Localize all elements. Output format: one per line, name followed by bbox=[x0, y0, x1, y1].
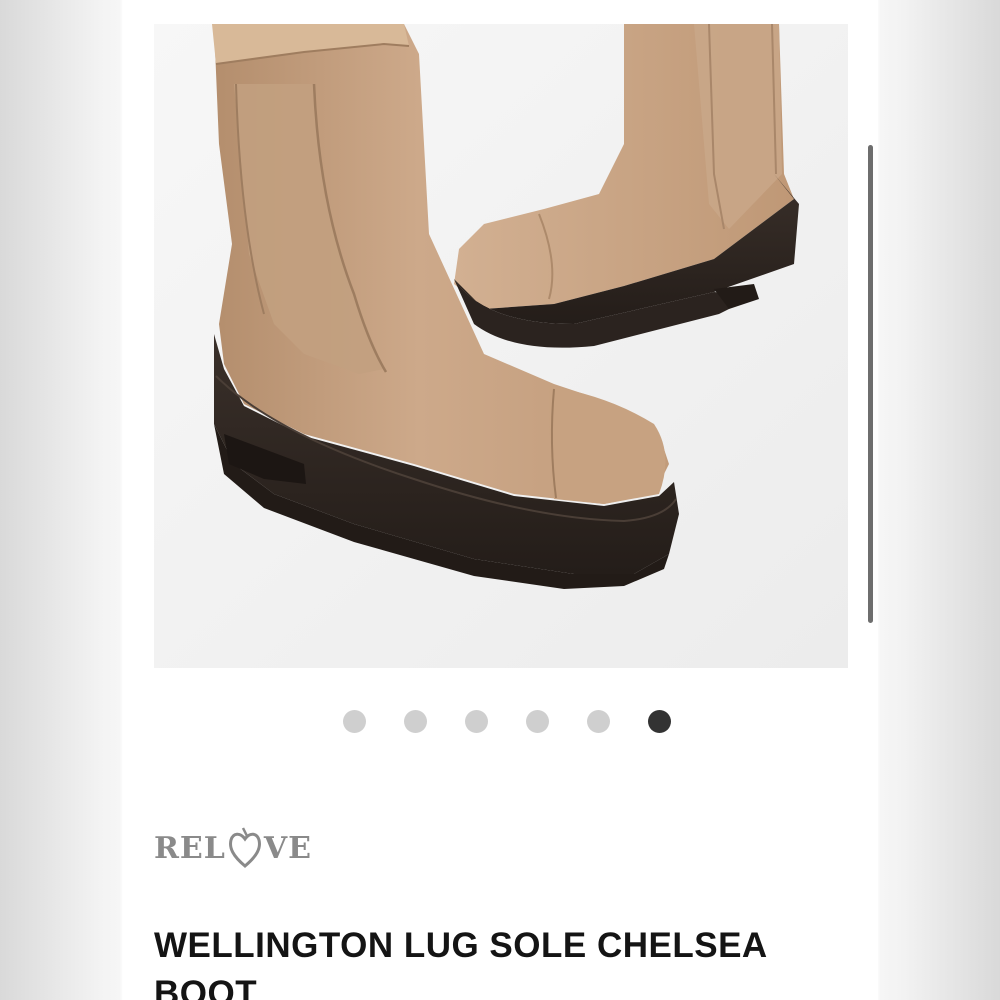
top-strip bbox=[124, 0, 878, 22]
carousel-dot-4[interactable] bbox=[526, 710, 549, 733]
carousel-indicator bbox=[124, 710, 878, 736]
heart-icon bbox=[228, 827, 261, 868]
carousel-dot-2[interactable] bbox=[404, 710, 427, 733]
product-image-gallery[interactable] bbox=[154, 24, 848, 668]
carousel-dot-1[interactable] bbox=[343, 710, 366, 733]
carousel-dot-3[interactable] bbox=[465, 710, 488, 733]
carousel-dot-6-active[interactable] bbox=[648, 710, 671, 733]
brand-logo-text-end: VE bbox=[263, 830, 313, 866]
product-image[interactable] bbox=[154, 24, 848, 668]
scrollbar[interactable] bbox=[868, 145, 873, 623]
brand-logo-text-start: REL bbox=[154, 830, 226, 866]
product-title: WELLINGTON LUG SOLE CHELSEA BOOT bbox=[154, 926, 767, 1000]
brand-logo[interactable]: REL VE bbox=[154, 818, 312, 878]
carousel-dot-5[interactable] bbox=[587, 710, 610, 733]
product-page: REL VE WELLINGTON LUG SOLE CHELSEA BOOT bbox=[124, 0, 878, 1000]
